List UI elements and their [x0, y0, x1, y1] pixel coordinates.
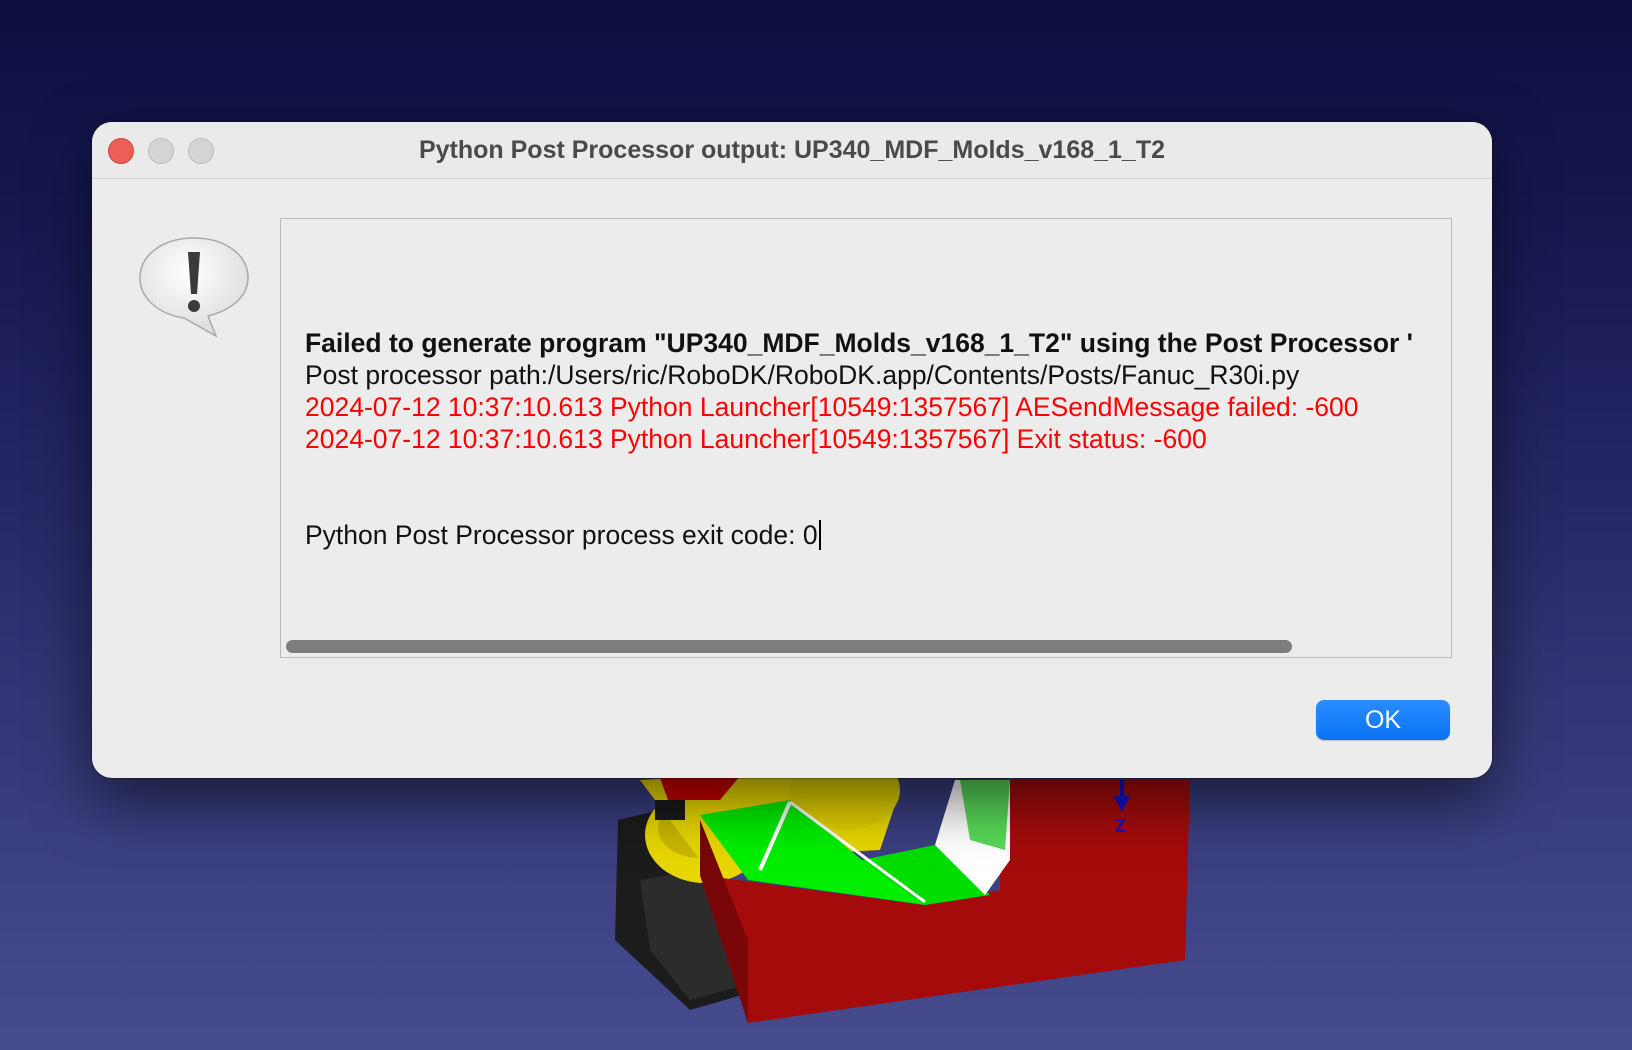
post-processor-output-dialog: Python Post Processor output: UP340_MDF_… — [92, 122, 1492, 778]
launcher-error-line-2: 2024-07-12 10:37:10.613 Python Launcher[… — [305, 424, 1207, 454]
error-summary-line: Failed to generate program "UP340_MDF_Mo… — [305, 328, 1413, 358]
dialog-title: Python Post Processor output: UP340_MDF_… — [418, 136, 1166, 164]
output-content: Failed to generate program "UP340_MDF_Mo… — [305, 327, 1451, 551]
output-text-area[interactable]: Failed to generate program "UP340_MDF_Mo… — [280, 218, 1452, 658]
launcher-error-line-1: 2024-07-12 10:37:10.613 Python Launcher[… — [305, 392, 1359, 422]
z-axis-label: Z — [1115, 816, 1126, 836]
warning-icon — [139, 237, 249, 338]
text-caret — [818, 520, 821, 550]
dialog-titlebar[interactable]: Python Post Processor output: UP340_MDF_… — [92, 122, 1492, 179]
exit-code-line: Python Post Processor process exit code:… — [305, 519, 1451, 551]
horizontal-scrollbar[interactable] — [286, 640, 1292, 653]
ok-button[interactable]: OK — [1316, 700, 1450, 740]
exit-code-text: Python Post Processor process exit code:… — [305, 520, 818, 550]
post-processor-path-line: Post processor path:/Users/ric/RoboDK/Ro… — [305, 360, 1300, 390]
